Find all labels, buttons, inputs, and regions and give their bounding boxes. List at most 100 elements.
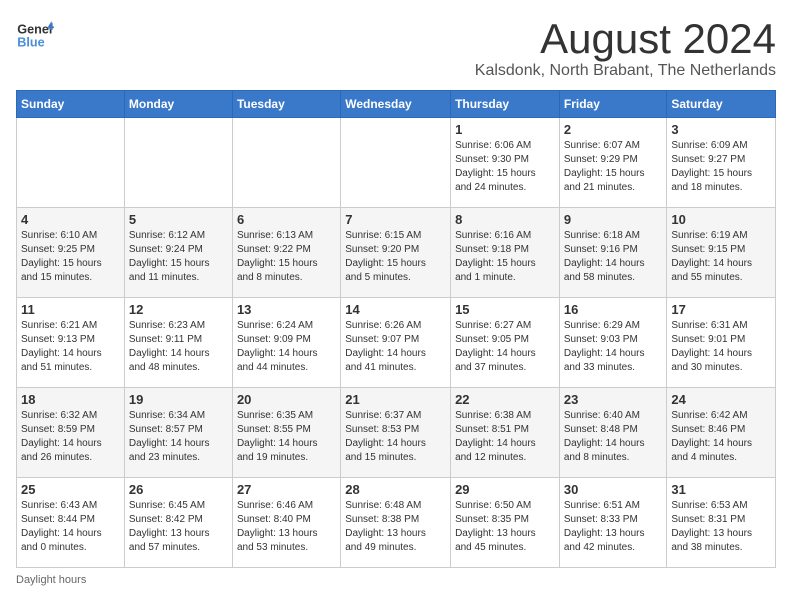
logo-icon: General Blue (16, 16, 54, 54)
page-header: General Blue August 2024 Kalsdonk, North… (16, 16, 776, 80)
day-info: Sunrise: 6:42 AM Sunset: 8:46 PM Dayligh… (671, 409, 771, 465)
day-info: Sunrise: 6:32 AM Sunset: 8:59 PM Dayligh… (21, 409, 120, 465)
calendar-cell: 10 Sunrise: 6:19 AM Sunset: 9:15 PM Dayli… (667, 208, 776, 298)
logo: General Blue (16, 16, 54, 54)
day-info: Sunrise: 6:10 AM Sunset: 9:25 PM Dayligh… (21, 229, 120, 285)
day-number: 1 (455, 122, 555, 137)
calendar-cell (17, 118, 125, 208)
day-info: Sunrise: 6:31 AM Sunset: 9:01 PM Dayligh… (671, 319, 771, 375)
calendar-cell: 25 Sunrise: 6:43 AM Sunset: 8:44 PM Dayli… (17, 478, 125, 568)
day-number: 22 (455, 392, 555, 407)
calendar-cell: 4 Sunrise: 6:10 AM Sunset: 9:25 PM Daylig… (17, 208, 125, 298)
day-info: Sunrise: 6:53 AM Sunset: 8:31 PM Dayligh… (671, 499, 771, 555)
day-number: 5 (129, 212, 228, 227)
day-number: 9 (564, 212, 663, 227)
day-info: Sunrise: 6:50 AM Sunset: 8:35 PM Dayligh… (455, 499, 555, 555)
day-number: 3 (671, 122, 771, 137)
calendar-cell (124, 118, 232, 208)
calendar-cell: 22 Sunrise: 6:38 AM Sunset: 8:51 PM Dayli… (451, 388, 560, 478)
calendar-cell (232, 118, 340, 208)
day-number: 16 (564, 302, 663, 317)
day-info: Sunrise: 6:29 AM Sunset: 9:03 PM Dayligh… (564, 319, 663, 375)
day-number: 29 (455, 482, 555, 497)
calendar-cell: 28 Sunrise: 6:48 AM Sunset: 8:38 PM Dayli… (341, 478, 451, 568)
day-number: 6 (237, 212, 336, 227)
day-number: 24 (671, 392, 771, 407)
calendar-cell: 8 Sunrise: 6:16 AM Sunset: 9:18 PM Daylig… (451, 208, 560, 298)
day-number: 20 (237, 392, 336, 407)
calendar-cell (341, 118, 451, 208)
day-number: 2 (564, 122, 663, 137)
calendar-cell: 27 Sunrise: 6:46 AM Sunset: 8:40 PM Dayli… (232, 478, 340, 568)
day-info: Sunrise: 6:46 AM Sunset: 8:40 PM Dayligh… (237, 499, 336, 555)
day-info: Sunrise: 6:51 AM Sunset: 8:33 PM Dayligh… (564, 499, 663, 555)
calendar-cell: 12 Sunrise: 6:23 AM Sunset: 9:11 PM Dayli… (124, 298, 232, 388)
day-number: 13 (237, 302, 336, 317)
location: Kalsdonk, North Brabant, The Netherlands (475, 62, 776, 80)
day-info: Sunrise: 6:24 AM Sunset: 9:09 PM Dayligh… (237, 319, 336, 375)
day-info: Sunrise: 6:26 AM Sunset: 9:07 PM Dayligh… (345, 319, 446, 375)
title-section: August 2024 Kalsdonk, North Brabant, The… (475, 16, 776, 80)
day-number: 28 (345, 482, 446, 497)
day-info: Sunrise: 6:45 AM Sunset: 8:42 PM Dayligh… (129, 499, 228, 555)
calendar-cell: 13 Sunrise: 6:24 AM Sunset: 9:09 PM Dayli… (232, 298, 340, 388)
day-info: Sunrise: 6:16 AM Sunset: 9:18 PM Dayligh… (455, 229, 555, 285)
day-info: Sunrise: 6:13 AM Sunset: 9:22 PM Dayligh… (237, 229, 336, 285)
day-number: 14 (345, 302, 446, 317)
calendar-header: Friday (559, 91, 667, 118)
calendar-header: Saturday (667, 91, 776, 118)
calendar-header: Tuesday (232, 91, 340, 118)
calendar-header: Sunday (17, 91, 125, 118)
day-number: 7 (345, 212, 446, 227)
month-title: August 2024 (475, 16, 776, 62)
footer: Daylight hours (16, 574, 776, 586)
day-info: Sunrise: 6:34 AM Sunset: 8:57 PM Dayligh… (129, 409, 228, 465)
day-number: 8 (455, 212, 555, 227)
calendar-cell: 11 Sunrise: 6:21 AM Sunset: 9:13 PM Dayli… (17, 298, 125, 388)
calendar-cell: 1 Sunrise: 6:06 AM Sunset: 9:30 PM Daylig… (451, 118, 560, 208)
day-info: Sunrise: 6:37 AM Sunset: 8:53 PM Dayligh… (345, 409, 446, 465)
day-info: Sunrise: 6:38 AM Sunset: 8:51 PM Dayligh… (455, 409, 555, 465)
day-info: Sunrise: 6:43 AM Sunset: 8:44 PM Dayligh… (21, 499, 120, 555)
calendar-cell: 15 Sunrise: 6:27 AM Sunset: 9:05 PM Dayli… (451, 298, 560, 388)
day-info: Sunrise: 6:23 AM Sunset: 9:11 PM Dayligh… (129, 319, 228, 375)
day-info: Sunrise: 6:18 AM Sunset: 9:16 PM Dayligh… (564, 229, 663, 285)
day-number: 31 (671, 482, 771, 497)
day-number: 11 (21, 302, 120, 317)
day-info: Sunrise: 6:27 AM Sunset: 9:05 PM Dayligh… (455, 319, 555, 375)
calendar-table: SundayMondayTuesdayWednesdayThursdayFrid… (16, 90, 776, 568)
calendar-header: Wednesday (341, 91, 451, 118)
calendar-header: Monday (124, 91, 232, 118)
calendar-cell: 19 Sunrise: 6:34 AM Sunset: 8:57 PM Dayli… (124, 388, 232, 478)
day-number: 15 (455, 302, 555, 317)
calendar-cell: 31 Sunrise: 6:53 AM Sunset: 8:31 PM Dayli… (667, 478, 776, 568)
calendar-cell: 14 Sunrise: 6:26 AM Sunset: 9:07 PM Dayli… (341, 298, 451, 388)
calendar-cell: 29 Sunrise: 6:50 AM Sunset: 8:35 PM Dayli… (451, 478, 560, 568)
day-info: Sunrise: 6:19 AM Sunset: 9:15 PM Dayligh… (671, 229, 771, 285)
day-info: Sunrise: 6:07 AM Sunset: 9:29 PM Dayligh… (564, 139, 663, 195)
calendar-cell: 6 Sunrise: 6:13 AM Sunset: 9:22 PM Daylig… (232, 208, 340, 298)
calendar-cell: 3 Sunrise: 6:09 AM Sunset: 9:27 PM Daylig… (667, 118, 776, 208)
daylight-label: Daylight hours (16, 574, 86, 586)
day-info: Sunrise: 6:48 AM Sunset: 8:38 PM Dayligh… (345, 499, 446, 555)
day-number: 19 (129, 392, 228, 407)
calendar-cell: 2 Sunrise: 6:07 AM Sunset: 9:29 PM Daylig… (559, 118, 667, 208)
day-number: 26 (129, 482, 228, 497)
day-number: 27 (237, 482, 336, 497)
day-info: Sunrise: 6:09 AM Sunset: 9:27 PM Dayligh… (671, 139, 771, 195)
calendar-cell: 16 Sunrise: 6:29 AM Sunset: 9:03 PM Dayli… (559, 298, 667, 388)
day-info: Sunrise: 6:21 AM Sunset: 9:13 PM Dayligh… (21, 319, 120, 375)
day-number: 18 (21, 392, 120, 407)
day-number: 25 (21, 482, 120, 497)
calendar-cell: 18 Sunrise: 6:32 AM Sunset: 8:59 PM Dayli… (17, 388, 125, 478)
day-number: 4 (21, 212, 120, 227)
day-number: 10 (671, 212, 771, 227)
calendar-cell: 23Sunrise: 6:40 AM Sunset: 8:48 PM Dayli… (559, 388, 667, 478)
day-number: 30 (564, 482, 663, 497)
day-info: Sunrise: 6:12 AM Sunset: 9:24 PM Dayligh… (129, 229, 228, 285)
calendar-cell: 24 Sunrise: 6:42 AM Sunset: 8:46 PM Dayli… (667, 388, 776, 478)
svg-text:General: General (17, 23, 54, 37)
day-info: Sunrise: 6:06 AM Sunset: 9:30 PM Dayligh… (455, 139, 555, 195)
day-number: 12 (129, 302, 228, 317)
calendar-cell: 17Sunrise: 6:31 AM Sunset: 9:01 PM Dayli… (667, 298, 776, 388)
